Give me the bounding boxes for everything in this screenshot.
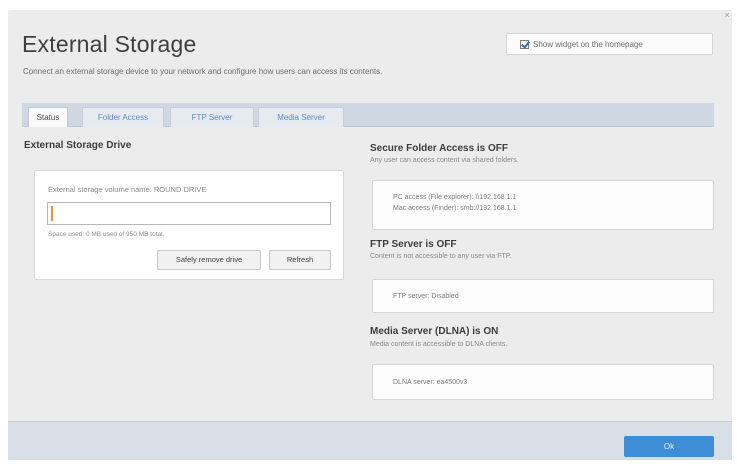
pc-access-text: PC access (File explorer): \\192.168.1.1 (393, 194, 517, 201)
tab-ftp-server[interactable]: FTP Server (170, 107, 254, 127)
ftp-status-text: FTP server: Disabled (393, 293, 459, 300)
tab-bar: Status Folder Access FTP Server Media Se… (22, 103, 714, 127)
show-widget-toggle[interactable]: Show widget on the homepage (506, 33, 713, 55)
ftp-heading: FTP Server is OFF (370, 239, 457, 250)
close-icon[interactable]: × (722, 10, 732, 20)
page-title: External Storage (22, 31, 197, 57)
drive-heading: External Storage Drive (24, 140, 132, 151)
ok-button[interactable]: Ok (624, 436, 714, 457)
secure-folder-heading: Secure Folder Access is OFF (370, 143, 509, 154)
media-info-card: DLNA server: ea4500v3 (372, 364, 714, 400)
ftp-subtext: Content is not accessible to any user vi… (370, 253, 512, 260)
ftp-info-card: FTP server: Disabled (372, 279, 714, 313)
storage-drive-card: External storage volume name: ROUND DRIV… (34, 170, 344, 280)
safely-remove-drive-button[interactable]: Safely remove drive (157, 250, 261, 270)
space-used-text: Space used: 0 MB used of 950 MB total. (48, 231, 165, 238)
tab-media-server[interactable]: Media Server (258, 107, 344, 127)
show-widget-label: Show widget on the homepage (533, 39, 643, 49)
volume-name-label: External storage volume name: ROUND DRIV… (48, 185, 207, 194)
secure-folder-info-card: PC access (File explorer): \\192.168.1.1… (372, 180, 714, 230)
media-subtext: Media content is accessible to DLNA clie… (370, 341, 508, 348)
tab-status[interactable]: Status (28, 107, 68, 127)
checkbox-checked-icon[interactable] (520, 39, 529, 49)
mac-access-text: Mac access (Finder): smb://192.168.1.1 (393, 205, 517, 212)
page-subtitle: Connect an external storage device to yo… (23, 67, 383, 76)
dlna-status-text: DLNA server: ea4500v3 (393, 379, 468, 386)
volume-name-input[interactable] (47, 202, 331, 225)
media-heading: Media Server (DLNA) is ON (370, 326, 499, 337)
refresh-button[interactable]: Refresh (269, 250, 331, 270)
secure-folder-subtext: Any user can access content via shared f… (370, 157, 519, 164)
input-caret (51, 206, 53, 221)
tab-folder-access[interactable]: Folder Access (82, 107, 164, 127)
